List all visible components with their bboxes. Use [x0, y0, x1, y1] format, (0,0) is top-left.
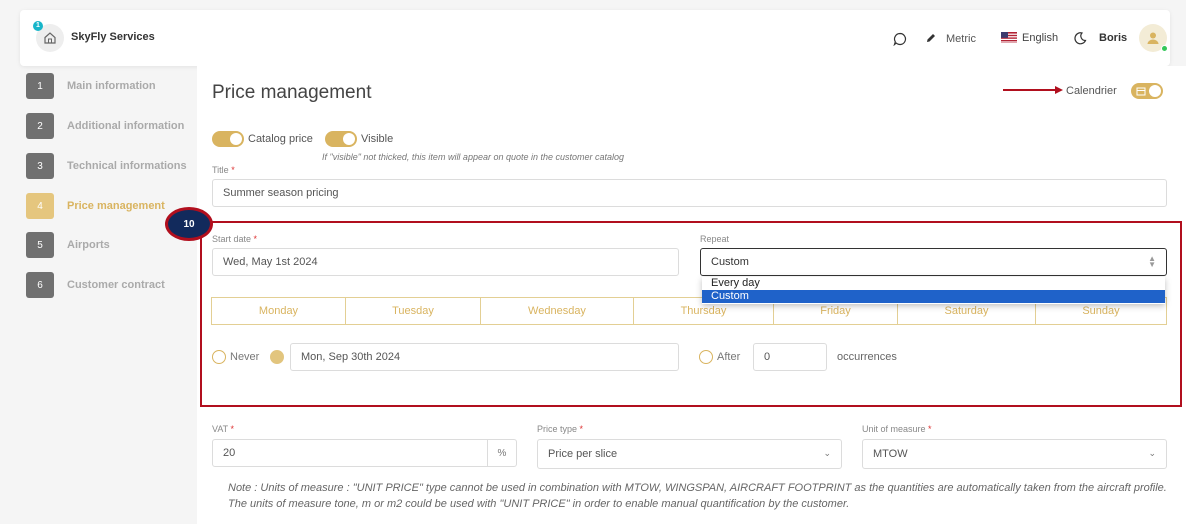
vat-value: 20	[223, 447, 236, 459]
sidebar-item-label: Main information	[67, 80, 156, 92]
end-date-input[interactable]: Mon, Sep 30th 2024	[290, 343, 679, 371]
chevron-down-icon: ⌄	[1148, 448, 1156, 458]
occurrences-label: occurrences	[837, 351, 897, 363]
end-date-radio[interactable]	[270, 350, 284, 364]
sidebar-item-main-information[interactable]: 1 Main information	[26, 73, 156, 99]
option-custom[interactable]: Custom	[702, 290, 1165, 303]
pencil-icon[interactable]	[925, 32, 937, 44]
chat-icon[interactable]	[893, 32, 907, 46]
unit-label: Unit of measure *	[862, 424, 932, 434]
visible-hint: If "visible" not thicked, this item will…	[322, 152, 625, 162]
unit-select[interactable]: MTOW ⌄	[862, 439, 1167, 469]
repeat-dropdown: Every day Custom	[702, 277, 1165, 304]
us-flag-icon	[1001, 32, 1017, 43]
percent-suffix: %	[487, 440, 516, 466]
user-name[interactable]: Boris	[1099, 32, 1127, 44]
option-every-day[interactable]: Every day	[702, 277, 1165, 290]
sidebar-item-label: Customer contract	[67, 279, 165, 291]
toggle-knob	[1149, 85, 1161, 97]
title-field-label: Title *	[212, 165, 235, 175]
language-selector[interactable]: English	[1022, 32, 1058, 44]
updown-icon: ▲ ▼	[1148, 254, 1156, 269]
price-type-label: Price type *	[537, 424, 584, 434]
step-number: 4	[26, 193, 54, 219]
sidebar-item-label: Airports	[67, 239, 110, 251]
chevron-down-icon: ⌄	[823, 448, 831, 458]
vat-input[interactable]: 20 %	[212, 439, 517, 467]
calendar-label: Calendrier	[1066, 85, 1117, 97]
after-label: After	[717, 351, 741, 363]
catalog-price-label: Catalog price	[248, 133, 313, 145]
sidebar-item-label: Additional information	[67, 120, 185, 132]
moon-icon[interactable]	[1073, 31, 1087, 45]
sidebar-item-technical-informations[interactable]: 3 Technical informations	[26, 153, 187, 179]
visible-toggle[interactable]	[325, 131, 357, 147]
calendar-toggle[interactable]	[1131, 83, 1163, 99]
never-label: Never	[230, 351, 260, 363]
user-icon	[1147, 32, 1159, 44]
repeat-label: Repeat	[700, 234, 730, 244]
toggle-knob	[343, 133, 355, 145]
start-date-label: Start date *	[212, 234, 258, 244]
step-number: 5	[26, 232, 54, 258]
notification-badge: 1	[33, 21, 43, 31]
vat-label: VAT *	[212, 424, 235, 434]
price-type-select[interactable]: Price per slice ⌄	[537, 439, 842, 469]
title-input[interactable]: Summer season pricing	[212, 179, 1167, 207]
header-content: 1 SkyFly Services Metric English Boris	[20, 10, 1170, 66]
day-wednesday[interactable]: Wednesday	[481, 298, 634, 324]
app-name: SkyFly Services	[71, 31, 155, 43]
sidebar-item-airports[interactable]: 5 Airports	[26, 232, 110, 258]
sidebar-item-additional-information[interactable]: 2 Additional information	[26, 113, 184, 139]
repeat-select[interactable]: Custom ▲ ▼	[700, 248, 1167, 276]
arrow-right-icon	[1003, 86, 1063, 94]
avatar[interactable]	[1139, 24, 1168, 52]
step-number: 2	[26, 113, 54, 139]
online-status-dot	[1161, 45, 1168, 52]
day-monday[interactable]: Monday	[212, 298, 346, 324]
sidebar-item-customer-contract[interactable]: 6 Customer contract	[26, 272, 165, 298]
step-number: 3	[26, 153, 54, 179]
calendar-icon	[1136, 87, 1146, 96]
occurrences-input[interactable]: 0	[753, 343, 827, 371]
visible-label: Visible	[361, 133, 394, 145]
sidebar-item-label: Price management	[67, 200, 165, 212]
sidebar-item-label: Technical informations	[67, 160, 187, 172]
step-badge: 10	[165, 207, 213, 241]
home-button[interactable]: 1	[33, 21, 64, 52]
units-note: Note : Units of measure : "UNIT PRICE" t…	[228, 482, 1167, 510]
home-icon	[44, 32, 56, 44]
start-date-input[interactable]: Wed, May 1st 2024	[212, 248, 679, 276]
page-title: Price management	[212, 82, 372, 103]
unit-system-toggle[interactable]: Metric	[946, 33, 976, 45]
repeat-value: Custom	[711, 256, 749, 268]
toggle-knob	[230, 133, 242, 145]
never-radio[interactable]	[212, 350, 226, 364]
page: 1 SkyFly Services Metric English Boris 1…	[0, 0, 1186, 524]
unit-value: MTOW	[873, 448, 908, 460]
catalog-price-toggle[interactable]	[212, 131, 244, 147]
step-number: 1	[26, 73, 54, 99]
sidebar-item-price-management[interactable]: 4 Price management	[26, 193, 165, 219]
after-radio[interactable]	[699, 350, 713, 364]
price-type-value: Price per slice	[548, 448, 618, 460]
step-number: 6	[26, 272, 54, 298]
day-tuesday[interactable]: Tuesday	[346, 298, 481, 324]
